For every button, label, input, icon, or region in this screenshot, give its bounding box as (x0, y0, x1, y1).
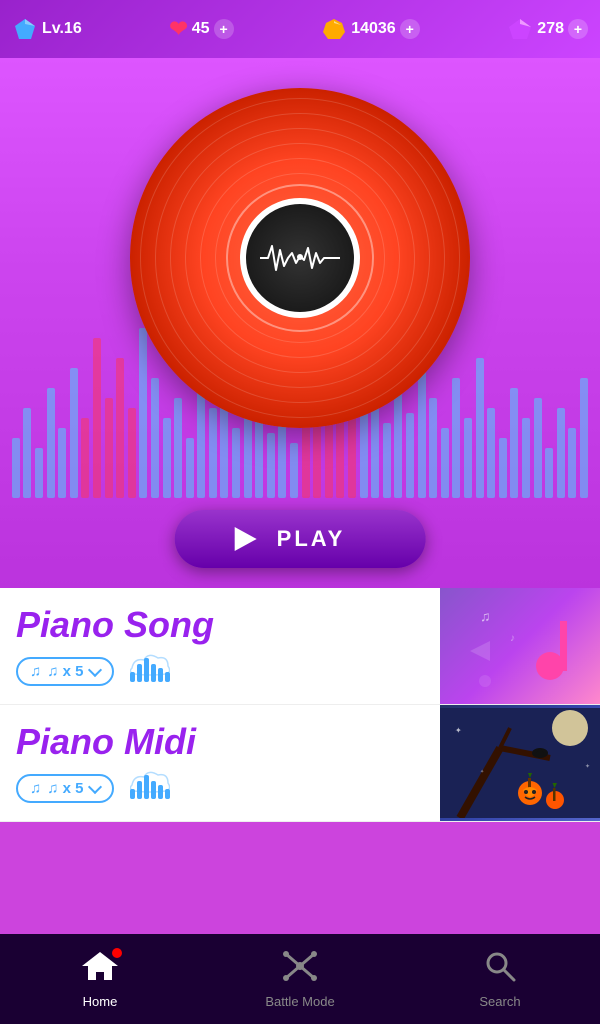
nav-label-battle: Battle Mode (265, 994, 334, 1009)
chevron-down-icon (87, 662, 101, 676)
heart-icon: ❤ (169, 16, 187, 42)
song-card-piano-song[interactable]: Piano Song ♫ ♫ x 5 (0, 588, 600, 705)
eq-bar (58, 428, 66, 498)
level-stat: Lv.16 (12, 16, 82, 42)
nav-item-battle[interactable]: Battle Mode (200, 950, 400, 1009)
hearts-plus[interactable]: + (214, 19, 234, 39)
equalizer-btn[interactable] (130, 654, 170, 688)
eq-bar (557, 408, 565, 498)
songs-section: Piano Song ♫ ♫ x 5 (0, 588, 600, 822)
music-note-icon: ♫ (30, 663, 41, 680)
eq-bar (534, 398, 542, 498)
eq-bar (186, 438, 194, 498)
nav-item-search[interactable]: Search (400, 950, 600, 1009)
eq-bar (476, 358, 484, 498)
level-label: Lv.16 (42, 20, 82, 38)
eq-bar (464, 418, 472, 498)
home-icon (82, 950, 118, 990)
play-label: PLAY (277, 526, 346, 552)
eq-bar (163, 418, 171, 498)
battle-icon (282, 950, 318, 990)
badge-label-midi: ♫ x 5 (47, 780, 83, 797)
diamond-icon (12, 16, 38, 42)
vinyl-center (240, 198, 360, 318)
notification-dot (112, 948, 122, 958)
vinyl-record (130, 88, 470, 428)
eq-bar (232, 428, 240, 498)
song-title: Piano Song (16, 604, 584, 646)
eq-bar (35, 448, 43, 498)
music-badge-midi[interactable]: ♫ ♫ x 5 (16, 774, 114, 803)
coin-icon (321, 16, 347, 42)
eq-bar (487, 408, 495, 498)
eq-bar (70, 368, 78, 498)
song-actions-midi: ♫ ♫ x 5 (16, 771, 584, 805)
eq-bar (47, 388, 55, 498)
eq-bar (510, 388, 518, 498)
song-title-midi: Piano Midi (16, 721, 584, 763)
coins-plus[interactable]: + (400, 19, 420, 39)
gems-value: 278 (537, 20, 564, 38)
eq-bar (522, 418, 530, 498)
main-area: PLAY (0, 58, 600, 588)
search-icon (484, 950, 516, 990)
eq-bar (383, 423, 391, 498)
music-note-icon-midi: ♫ (30, 780, 41, 797)
play-triangle-icon (235, 527, 257, 551)
hearts-stat: ❤ 45 + (169, 16, 233, 42)
eq-bar (545, 448, 553, 498)
gem-icon (507, 16, 533, 42)
eq-bar (313, 423, 321, 498)
nav-label-search: Search (479, 994, 520, 1009)
song-card-content: Piano Song ♫ ♫ x 5 (16, 604, 584, 688)
waveform-icon (260, 238, 340, 278)
eq-bar (12, 438, 20, 498)
eq-bar (441, 428, 449, 498)
gems-plus[interactable]: + (568, 19, 588, 39)
equalizer-btn-midi[interactable] (130, 771, 170, 805)
coins-value: 14036 (351, 20, 396, 38)
gems-stat: 278 + (507, 16, 588, 42)
eq-bar (499, 438, 507, 498)
chevron-down-icon-midi (87, 779, 101, 793)
svg-text:✦: ✦ (585, 763, 590, 770)
vinyl-disk (130, 88, 470, 428)
eq-bar (267, 433, 275, 498)
song-actions: ♫ ♫ x 5 (16, 654, 584, 688)
eq-bar (93, 338, 101, 498)
song-card-content-midi: Piano Midi ♫ ♫ x 5 (16, 721, 584, 805)
eq-bar (105, 398, 113, 498)
music-badge[interactable]: ♫ ♫ x 5 (16, 657, 114, 686)
song-card-piano-midi[interactable]: Piano Midi ♫ ♫ x 5 (0, 705, 600, 822)
hearts-value: 45 (192, 20, 210, 38)
badge-label: ♫ x 5 (47, 663, 83, 680)
eq-bar (580, 378, 588, 498)
eq-bar (23, 408, 31, 498)
nav-item-home[interactable]: Home (0, 950, 200, 1009)
nav-label-home: Home (83, 994, 118, 1009)
eq-bar (116, 358, 124, 498)
play-button[interactable]: PLAY (175, 510, 426, 568)
eq-bar (568, 428, 576, 498)
eq-bar (290, 443, 298, 498)
play-button-container: PLAY (175, 510, 426, 568)
eq-bar (81, 418, 89, 498)
bottom-nav: Home Battle Mode Search (0, 934, 600, 1024)
coins-stat: 14036 + (321, 16, 420, 42)
top-bar: Lv.16 ❤ 45 + 14036 + 278 + (0, 0, 600, 58)
